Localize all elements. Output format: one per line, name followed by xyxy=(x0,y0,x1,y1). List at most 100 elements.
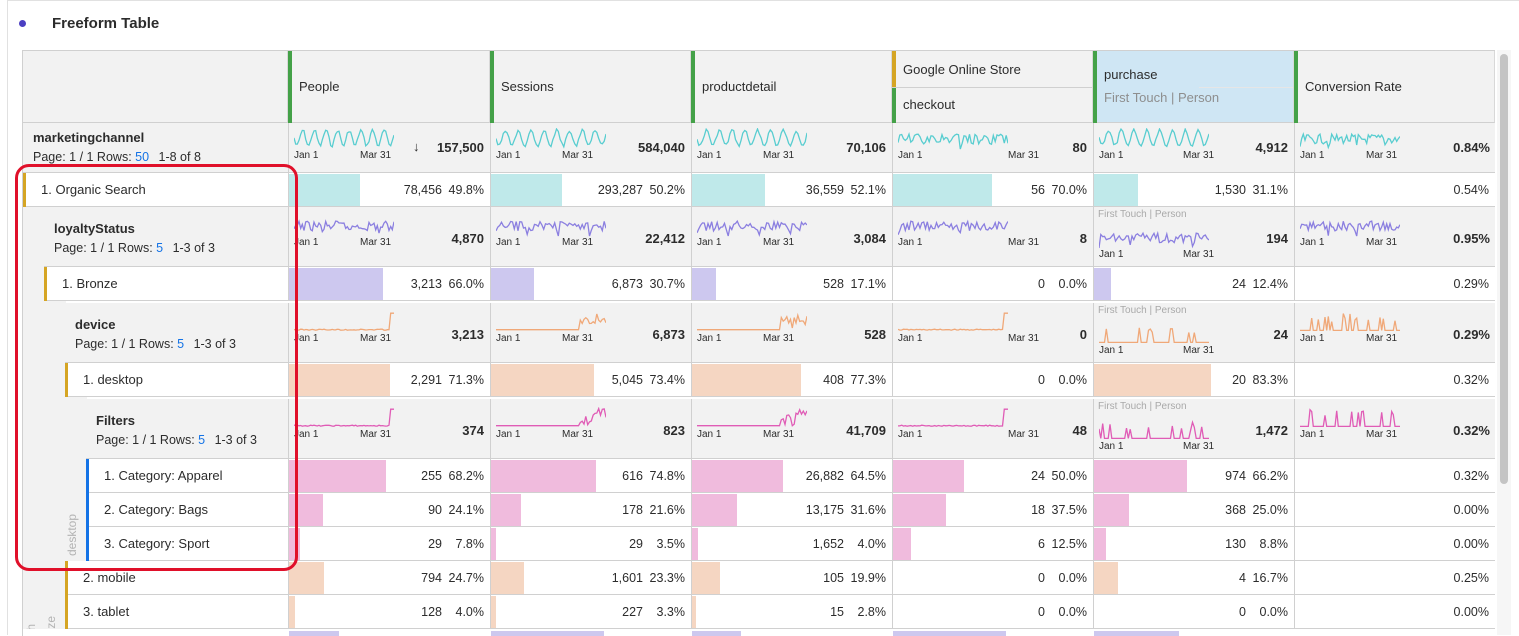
conversion-rate-value: 0.32% xyxy=(1453,469,1489,483)
total-value: 4,870 xyxy=(451,231,484,246)
cell-percent: 24.7% xyxy=(448,571,484,585)
panel-top-border xyxy=(7,0,1519,1)
axis-start-label: Jan 1 xyxy=(294,150,319,161)
column-divider xyxy=(691,399,692,459)
cell-percent: 50.0% xyxy=(1051,469,1087,483)
column-grip-segment[interactable] xyxy=(892,51,896,87)
column-divider xyxy=(691,207,692,267)
sparkline xyxy=(294,219,394,234)
dimension-name[interactable]: marketingchannel xyxy=(33,130,144,145)
cell-value: 178 xyxy=(622,503,643,517)
cell-value: 0 xyxy=(1038,605,1045,619)
cell-percent: 37.5% xyxy=(1051,503,1087,517)
conversion-rate-value: 0.29% xyxy=(1453,277,1489,291)
cell-percent: 3.3% xyxy=(656,605,686,619)
total-value: 3,213 xyxy=(451,327,484,342)
cell-value: 368 xyxy=(1225,503,1246,517)
cell-percent: 66.2% xyxy=(1252,469,1288,483)
column-grip[interactable] xyxy=(490,51,494,123)
column-grip-metric[interactable] xyxy=(892,87,896,123)
cell-value: 974 xyxy=(1225,469,1246,483)
column-header-2[interactable]: productdetail xyxy=(691,51,892,123)
cell-value: 90 xyxy=(428,503,442,517)
attribution-label: First Touch | Person xyxy=(1098,209,1187,220)
cell-value: 20 xyxy=(1232,373,1246,387)
total-value: 0.29% xyxy=(1453,327,1490,342)
panel-title[interactable]: Freeform Table xyxy=(52,15,159,32)
axis-start-label: Jan 1 xyxy=(898,333,923,344)
column-grip[interactable] xyxy=(288,51,292,123)
row-indicator xyxy=(65,595,68,629)
cell-percent: 23.3% xyxy=(649,571,685,585)
axis-start-label: Jan 1 xyxy=(898,150,923,161)
column-header-5[interactable]: Conversion Rate xyxy=(1294,51,1495,123)
cell-value: 24 xyxy=(1031,469,1045,483)
rows-per-page-link[interactable]: 50 xyxy=(135,150,149,164)
cell-value: 24 xyxy=(1232,277,1246,291)
conversion-rate-value: 0.00% xyxy=(1453,537,1489,551)
sparkline xyxy=(294,128,394,149)
panel-left-border xyxy=(7,0,8,635)
cell-value: 2,291 xyxy=(410,373,442,387)
axis-start-label: Jan 1 xyxy=(1300,150,1325,161)
column-label: People xyxy=(299,79,340,94)
column-grip[interactable] xyxy=(691,51,695,123)
total-value: 0.95% xyxy=(1453,231,1490,246)
cell-percent: 49.8% xyxy=(448,183,484,197)
axis-start-label: Jan 1 xyxy=(697,429,722,440)
column-header-1[interactable]: Sessions xyxy=(490,51,691,123)
cell-value: 13,175 xyxy=(805,503,844,517)
cell-percent: 31.1% xyxy=(1252,183,1288,197)
axis-start-label: Jan 1 xyxy=(697,237,722,248)
column-divider xyxy=(1294,207,1295,267)
column-divider xyxy=(892,123,893,173)
total-value: 80 xyxy=(1072,140,1087,155)
cell-percent: 83.3% xyxy=(1252,373,1288,387)
total-value: 4,912 xyxy=(1255,140,1288,155)
axis-start-label: Jan 1 xyxy=(1300,237,1325,248)
cell-percent: 50.2% xyxy=(649,183,685,197)
column-header-0[interactable]: People xyxy=(288,51,490,123)
column-grip[interactable] xyxy=(1093,51,1097,123)
header-divider xyxy=(1199,87,1293,88)
percent-bar-partial xyxy=(692,631,741,636)
cell-value: 26,882 xyxy=(805,469,844,483)
column-divider xyxy=(490,123,491,173)
cell-percent: 25.0% xyxy=(1252,503,1288,517)
total-value: 6,873 xyxy=(652,327,685,342)
total-value: 584,040 xyxy=(638,140,685,155)
cell-percent: 52.1% xyxy=(850,183,886,197)
cell-value: 15 xyxy=(830,605,844,619)
arrow-down-icon[interactable]: ↓ xyxy=(413,139,420,154)
cell-value: 36,559 xyxy=(805,183,844,197)
column-divider xyxy=(1093,303,1094,363)
cell-percent: 73.4% xyxy=(649,373,685,387)
column-header-4[interactable]: purchase First Touch | Person xyxy=(1093,51,1294,123)
column-divider xyxy=(1294,399,1295,459)
axis-start-label: Jan 1 xyxy=(697,150,722,161)
cell-value: 56 xyxy=(1031,183,1045,197)
cell-value: 5,045 xyxy=(611,373,643,387)
axis-start-label: Jan 1 xyxy=(496,237,521,248)
column-divider xyxy=(691,303,692,363)
row-label[interactable]: 2. mobile xyxy=(83,570,136,585)
column-header-3[interactable]: Google Online Store checkout xyxy=(892,51,1093,123)
cell-percent: 7.8% xyxy=(455,537,485,551)
column-label: Conversion Rate xyxy=(1305,79,1402,94)
total-value: 823 xyxy=(663,423,685,438)
axis-start-label: Jan 1 xyxy=(1099,441,1124,452)
cell-percent: 0.0% xyxy=(1058,605,1088,619)
cell-value: 1,530 xyxy=(1214,183,1246,197)
total-value: 22,412 xyxy=(645,231,685,246)
cell-value: 78,456 xyxy=(403,183,442,197)
panel-status-dot xyxy=(19,20,26,27)
cell-percent: 21.6% xyxy=(649,503,685,517)
total-value: 48 xyxy=(1072,423,1087,438)
total-value: 3,084 xyxy=(853,231,886,246)
cell-percent: 2.8% xyxy=(857,605,887,619)
cell-value: 6,873 xyxy=(611,277,643,291)
column-grip[interactable] xyxy=(1294,51,1298,123)
row-label[interactable]: 3. tablet xyxy=(83,604,129,619)
vertical-scrollbar-thumb[interactable] xyxy=(1500,54,1508,484)
percent-bar-partial xyxy=(289,631,339,636)
